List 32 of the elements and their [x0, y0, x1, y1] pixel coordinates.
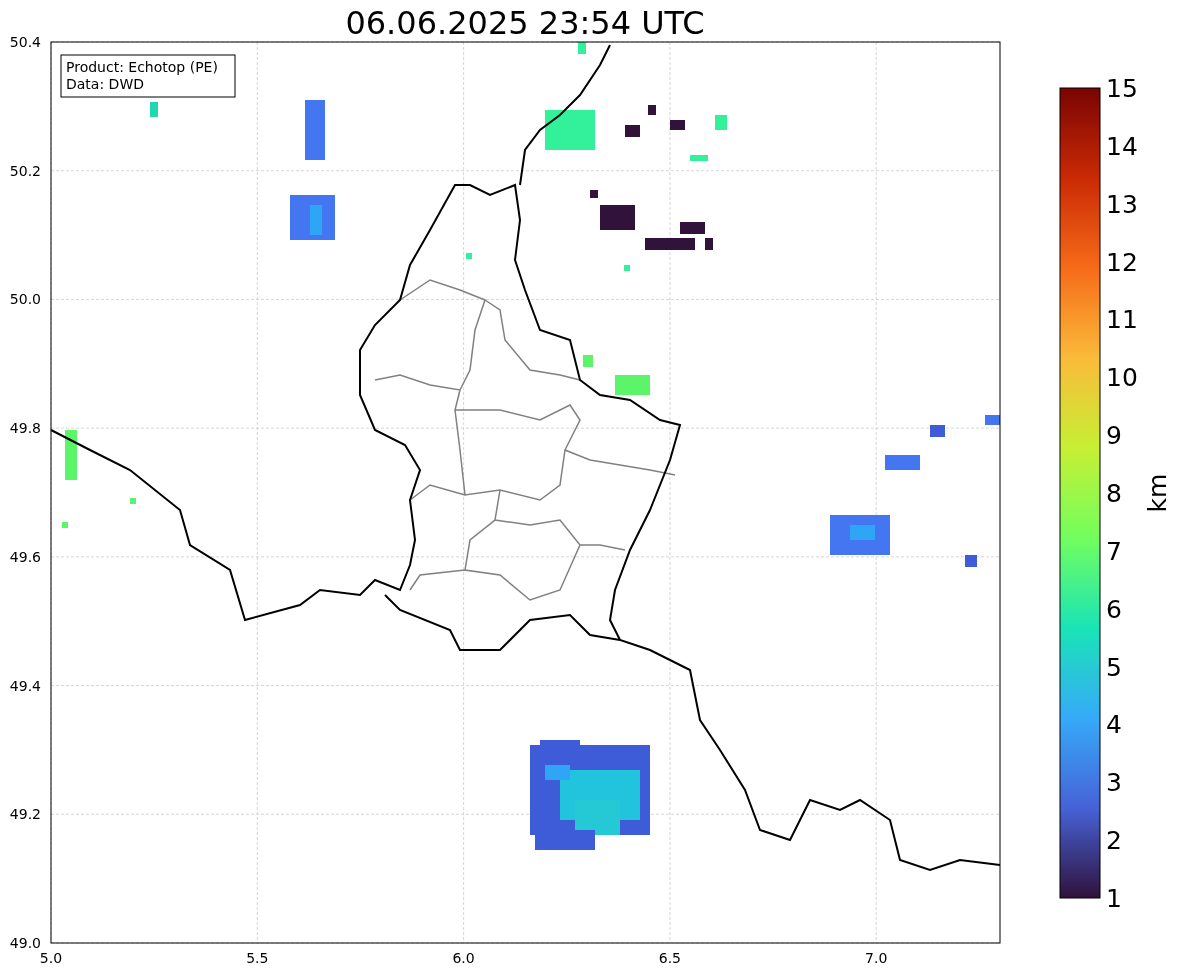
legend-text: Data: DWD	[66, 76, 144, 92]
colorbar-tick-label: 4	[1106, 710, 1122, 740]
x-tick-label: 7.0	[865, 950, 888, 966]
colorbar-tick-label: 1	[1106, 884, 1122, 913]
colorbar-tick-label: 3	[1106, 768, 1122, 798]
colorbar-tick-label: 6	[1106, 594, 1122, 624]
colorbar-tick-label: 7	[1106, 536, 1122, 566]
colorbar-label: km	[1143, 473, 1172, 513]
y-tick-label: 49.0	[9, 935, 41, 951]
colorbar-tick-label: 12	[1106, 247, 1138, 277]
y-tick-label: 49.2	[9, 806, 41, 823]
y-tick-label: 50.0	[9, 291, 41, 308]
colorbar-tick-label: 2	[1106, 826, 1122, 856]
x-tick-label: 5.0	[39, 950, 63, 966]
x-tick-label: 6.5	[658, 950, 682, 966]
y-tick-label: 49.8	[9, 420, 41, 437]
colorbar-tick-label: 11	[1106, 305, 1138, 335]
y-tick-label: 50.2	[9, 162, 41, 179]
colorbar-tick-label: 13	[1106, 189, 1138, 219]
colorbar-tick-label: 14	[1106, 131, 1138, 161]
legend-text: Product: Echotop (PE)	[66, 59, 218, 75]
y-tick-label: 49.6	[9, 548, 41, 565]
colorbar-tick-label: 10	[1106, 363, 1138, 393]
colorbar-tick-label: 5	[1106, 652, 1122, 682]
x-tick-label: 6.0	[452, 950, 475, 966]
y-tick-label: 50.4	[9, 34, 41, 50]
colorbar-tick-label: 8	[1106, 479, 1122, 508]
x-tick-label: 5.5	[246, 950, 269, 966]
y-tick-label: 49.4	[9, 677, 41, 694]
plot-title: 06.06.2025 23:54 UTC	[345, 4, 705, 42]
colorbar-tick-label: 15	[1106, 74, 1138, 103]
colorbar-tick-label: 9	[1106, 421, 1122, 451]
